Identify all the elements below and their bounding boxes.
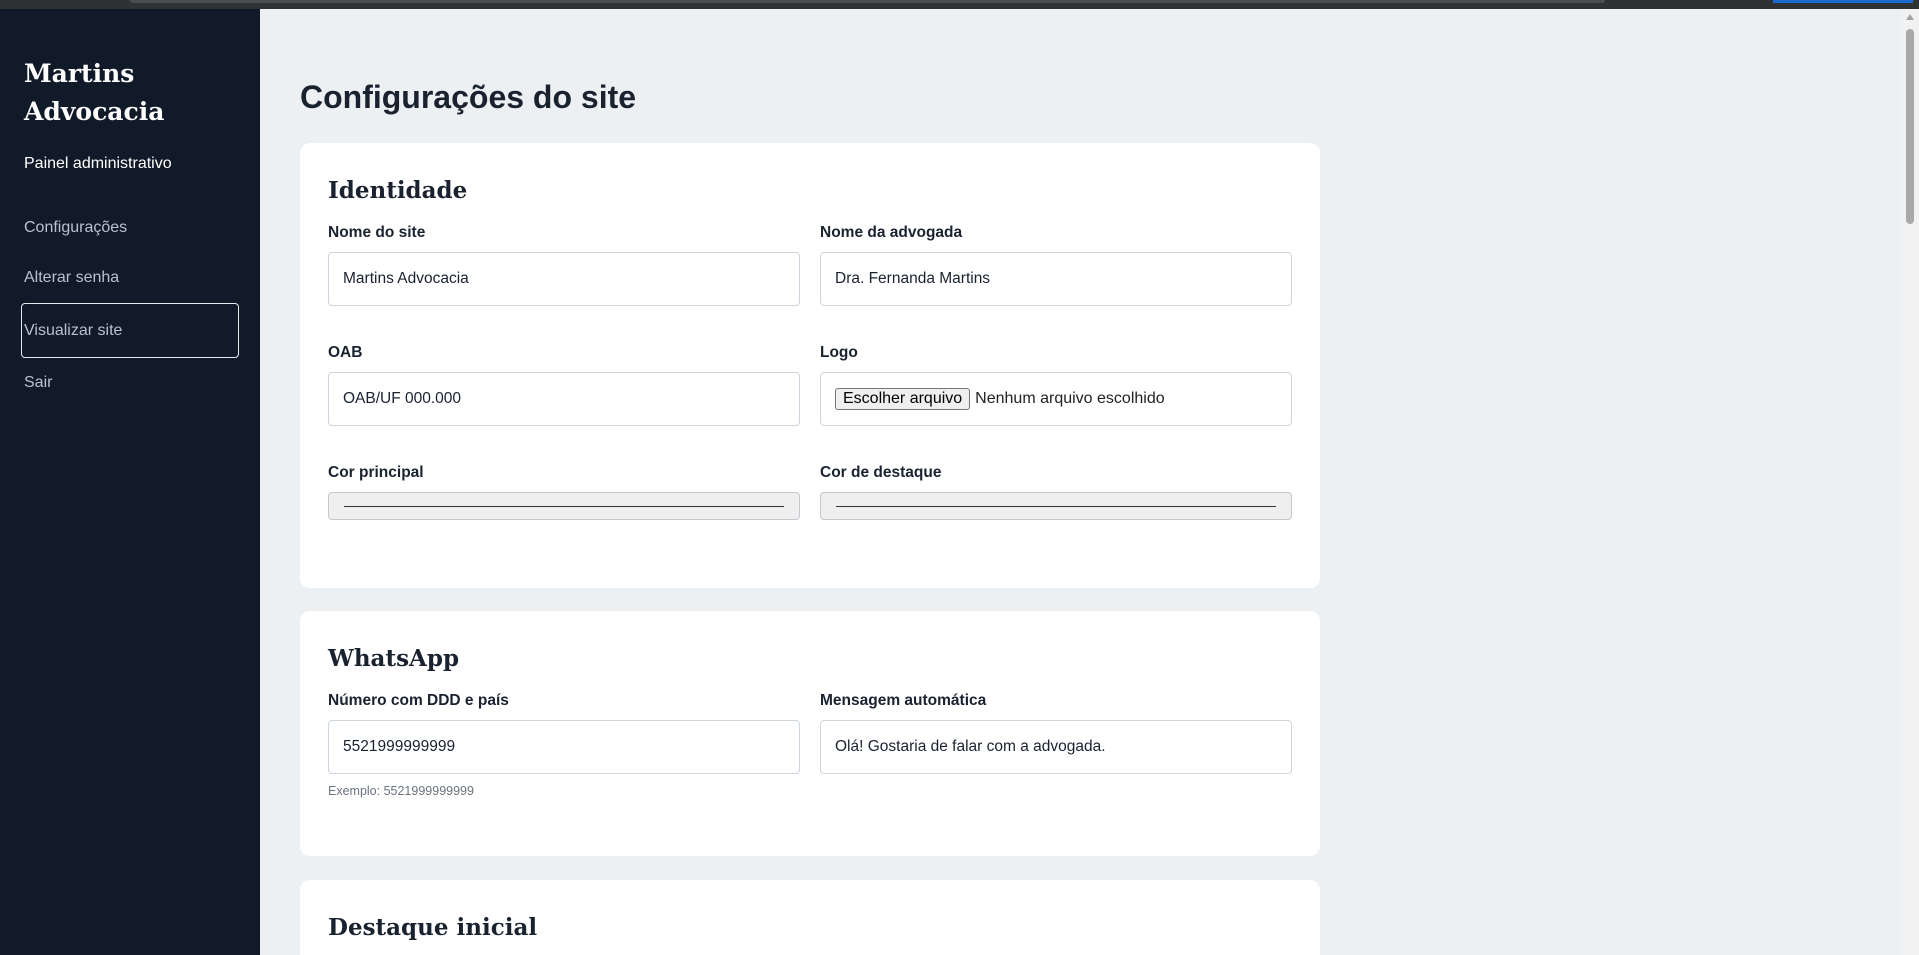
lawyer-name-input[interactable]: Dra. Fernanda Martins xyxy=(820,252,1292,306)
accent-color-field: Cor de destaque xyxy=(820,464,1292,520)
brand-logo-text: Martins Advocacia xyxy=(24,59,165,126)
oab-input[interactable]: OAB/UF 000.000 xyxy=(328,372,800,426)
panel-label: Painel administrativo xyxy=(24,155,172,172)
site-name-label: Nome do site xyxy=(328,224,426,241)
sidebar-nav: Configurações Alterar senha Visualizar s… xyxy=(0,203,260,408)
oab-field: OAB OAB/UF 000.000 xyxy=(328,344,800,426)
sidebar-item-alterar-senha[interactable]: Alterar senha xyxy=(0,253,260,303)
site-name-input[interactable]: Martins Advocacia xyxy=(328,252,800,306)
auto-message-label: Mensagem automática xyxy=(820,692,987,709)
browser-accent-strip xyxy=(1773,0,1913,3)
logo-label: Logo xyxy=(820,344,858,361)
oab-label: OAB xyxy=(328,344,363,361)
sidebar: Martins Advocacia Painel administrativo … xyxy=(0,9,260,955)
site-name-field: Nome do site Martins Advocacia xyxy=(328,224,800,306)
highlight-card-title: Destaque inicial xyxy=(328,914,538,941)
primary-color-field: Cor principal xyxy=(328,464,800,520)
scrollbar-thumb[interactable] xyxy=(1906,29,1914,224)
page-title: Configurações do site xyxy=(300,79,637,115)
identity-card: Identidade Nome do site Martins Advocaci… xyxy=(300,143,1320,588)
file-status-text: Nenhum arquivo escolhido xyxy=(975,390,1165,407)
sidebar-item-visualizar-site[interactable]: Visualizar site xyxy=(21,303,239,358)
whatsapp-number-input[interactable]: 5521999999999 xyxy=(328,720,800,774)
whatsapp-number-label: Número com DDD e país xyxy=(328,692,509,709)
whatsapp-card-title: WhatsApp xyxy=(328,645,460,672)
logo-field: Logo Escolher arquivo Nenhum arquivo esc… xyxy=(820,344,1292,426)
main-content: Configurações do site Identidade Nome do… xyxy=(260,9,1901,955)
logo-file-input: Escolher arquivo Nenhum arquivo escolhid… xyxy=(820,372,1292,426)
choose-file-button[interactable]: Escolher arquivo xyxy=(835,388,971,410)
sidebar-item-configuracoes[interactable]: Configurações xyxy=(0,203,260,253)
identity-card-title: Identidade xyxy=(328,177,468,204)
primary-color-picker[interactable] xyxy=(328,492,800,520)
page-scrollbar[interactable] xyxy=(1901,9,1919,955)
whatsapp-number-field: Número com DDD e país 5521999999999 Exem… xyxy=(328,692,800,798)
lawyer-name-label: Nome da advogada xyxy=(820,224,963,241)
accent-color-swatch xyxy=(836,505,1276,507)
browser-address-strip xyxy=(130,0,1605,3)
highlight-card: Destaque inicial xyxy=(300,880,1320,955)
browser-top-bar xyxy=(0,0,1919,9)
sidebar-item-sair[interactable]: Sair xyxy=(0,358,260,408)
accent-color-label: Cor de destaque xyxy=(820,464,942,481)
scroll-up-arrow-icon[interactable] xyxy=(1906,14,1914,20)
whatsapp-card: WhatsApp Número com DDD e país 552199999… xyxy=(300,611,1320,856)
auto-message-field: Mensagem automática Olá! Gostaria de fal… xyxy=(820,692,1292,798)
lawyer-name-field: Nome da advogada Dra. Fernanda Martins xyxy=(820,224,1292,306)
whatsapp-number-hint: Exemplo: 5521999999999 xyxy=(328,784,474,798)
primary-color-swatch xyxy=(344,505,784,507)
auto-message-input[interactable]: Olá! Gostaria de falar com a advogada. xyxy=(820,720,1292,774)
accent-color-picker[interactable] xyxy=(820,492,1292,520)
primary-color-label: Cor principal xyxy=(328,464,424,481)
